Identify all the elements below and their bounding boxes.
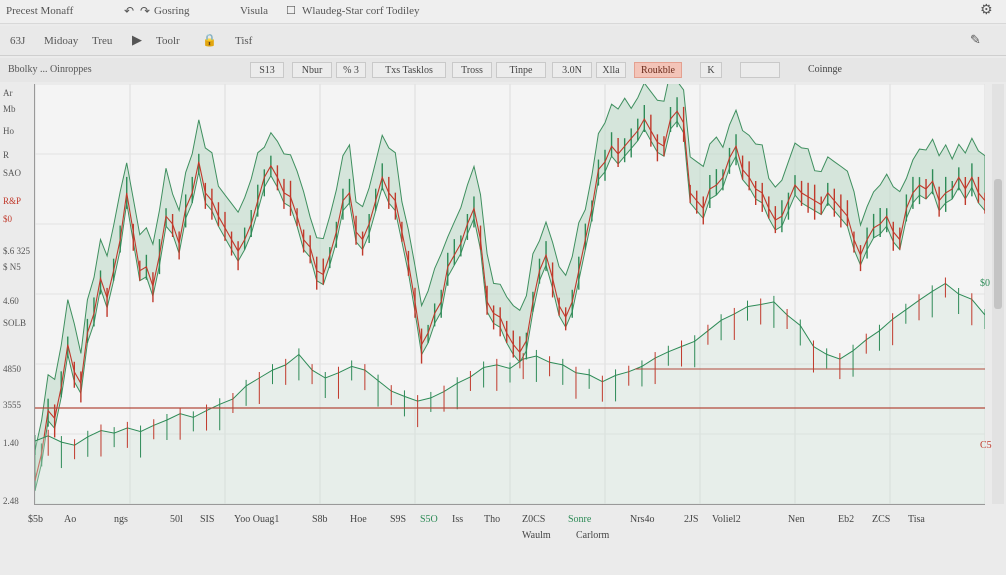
app-title: Precest Monaff (6, 5, 74, 17)
right-axis-label: C5 (980, 440, 992, 451)
subbar-cell-10[interactable] (740, 62, 780, 78)
subbar-cell-11[interactable]: Coinnge (800, 62, 920, 78)
y-axis-label: SAO (3, 168, 22, 178)
x-axis-label: S8b (312, 514, 328, 525)
x-axis-label: Hoe (350, 514, 367, 525)
x-axis-label: Eb2 (838, 514, 855, 525)
y-axis-label: 3555 (3, 400, 21, 410)
subbar-cell-2[interactable]: % 3 (336, 62, 366, 78)
menu-item-1[interactable]: Treu (92, 35, 112, 47)
x-axis-label: 2JS (684, 514, 699, 525)
y-axis-label: R (3, 150, 10, 160)
x-axis-label: Yoo Ouag1 (234, 514, 280, 525)
subbar-cell-7[interactable]: Xlla (596, 62, 626, 78)
sub-toolbar: Bbolky ... Oinroppes S13 Nbur% 3 Txs Taskl… (0, 58, 1006, 82)
x-axis-label: Voliel2 (712, 514, 741, 525)
title-bar: Precest Monaff ↶ ↷ Gosring Visula ☐ Wlau… (0, 0, 1006, 24)
y-axis-label: 1.40 (3, 438, 19, 448)
y-axis-label: 2.48 (3, 496, 19, 506)
toolbar: 63J Midoay Treu ▶ Toolr 🔒 Tisf ✎ (0, 26, 1006, 56)
subbar-cell-8[interactable]: Roukble (634, 62, 682, 78)
pin-icon[interactable]: ✎ (970, 33, 981, 48)
undo-icon[interactable]: ↶ (124, 4, 134, 18)
menu-item-0[interactable]: Midoay (44, 35, 78, 47)
subbar-label: Bbolky ... Oinroppes (8, 64, 92, 75)
x-axis-label: SIS (200, 514, 215, 525)
y-axis-label-red: R&P (3, 196, 22, 206)
y-axis-label: SOLB (3, 318, 27, 328)
x-axis-label: S5O (420, 514, 438, 525)
x-axis-label: S9S (390, 514, 407, 525)
x-axis-sublabel: Carlorm (576, 530, 610, 541)
x-axis-label: Ao (64, 514, 77, 525)
subbar-cell-0[interactable]: S13 (250, 62, 284, 78)
subbar-cell-5[interactable]: Tinpe (496, 62, 546, 78)
right-axis-label: $0 (980, 278, 990, 289)
price-chart (35, 84, 985, 504)
y-axis-label: $.6 325 (3, 246, 30, 256)
plot-area (34, 84, 985, 505)
toolbar-label: 63J (10, 35, 26, 47)
checkbox-icon[interactable]: ☐ (286, 4, 296, 17)
subbar-cell-9[interactable]: K (700, 62, 722, 78)
x-axis-sublabel: Waulm (522, 530, 551, 541)
redo-icon[interactable]: ↷ (140, 4, 150, 18)
x-axis-label: Iss (452, 514, 464, 525)
x-axis-label: ngs (114, 514, 128, 525)
x-axis-label: Nen (788, 514, 805, 525)
scrollbar-thumb[interactable] (994, 179, 1002, 309)
x-axis-label: 50l (170, 514, 183, 525)
y-axis-label: $ N5 (3, 262, 21, 272)
menu-window[interactable]: Wlaudeg-Star corf Todiley (302, 5, 420, 17)
menu-item-3[interactable]: Tisf (235, 35, 252, 47)
lock-icon[interactable]: 🔒 (202, 33, 217, 47)
menu-gaming[interactable]: Gosring (154, 5, 189, 17)
subbar-cell-6[interactable]: 3.0N (552, 62, 592, 78)
x-axis-label: Nrs4o (630, 514, 655, 525)
y-axis-label: 4.60 (3, 296, 19, 306)
vertical-scrollbar[interactable] (992, 84, 1004, 504)
menu-visual[interactable]: Visula (240, 5, 268, 17)
x-axis-label: Tisa (908, 514, 925, 525)
x-axis-label: Z0CS (522, 514, 546, 525)
subbar-cell-3[interactable]: Txs Tasklos (372, 62, 446, 78)
play-icon[interactable]: ▶ (132, 33, 142, 48)
y-axis-label-red: $0 (3, 214, 12, 224)
subbar-cell-4[interactable]: Tross (452, 62, 492, 78)
y-axis-label: Ar (3, 88, 13, 98)
y-axis-label: Mb (3, 104, 16, 114)
menu-item-2[interactable]: Toolr (156, 35, 180, 47)
x-axis-label: ZCS (872, 514, 891, 525)
x-axis-label: Tho (484, 514, 501, 525)
x-axis-label: Sonre (568, 514, 592, 525)
settings-icon[interactable]: ⚙ (980, 2, 993, 18)
x-axis-label: $5b (28, 514, 43, 525)
subbar-cell-1[interactable]: Nbur (292, 62, 332, 78)
y-axis-label: Ho (3, 126, 14, 136)
y-axis-label: 4850 (3, 364, 21, 374)
